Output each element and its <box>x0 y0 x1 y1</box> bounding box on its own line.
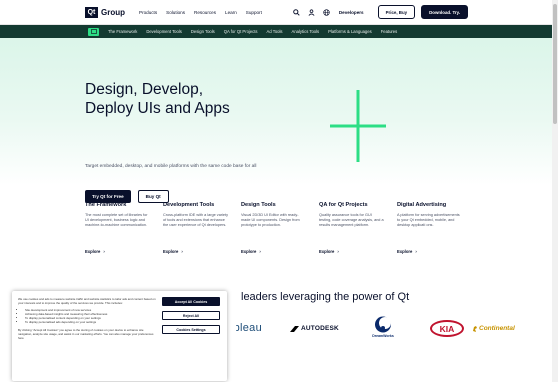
nav-products[interactable]: Products <box>139 10 157 15</box>
search-icon[interactable] <box>292 8 301 17</box>
product-card-digital-advertising: Digital Advertising A platform for servi… <box>397 202 475 254</box>
explore-link-label: Explore <box>319 249 335 254</box>
tableau-logo: tableau <box>236 322 262 334</box>
product-title: The Framework <box>85 202 127 208</box>
hero-cross-graphic <box>330 90 386 162</box>
main-nav: Products Solutions Resources Learn Suppo… <box>139 10 262 15</box>
accept-all-cookies-button[interactable]: Accept All Cookies <box>162 297 220 306</box>
cookie-footer: By clicking "Accept All Cookies" you agr… <box>18 327 154 340</box>
product-card-qa: QA for Qt Projects Quality assurance too… <box>319 202 397 254</box>
product-title: Development Tools <box>163 202 215 208</box>
cookie-consent-banner: We use cookies and ads to measure websit… <box>12 291 227 381</box>
product-title: Design Tools <box>241 202 276 208</box>
qt-logo-mark: Qt <box>85 6 98 18</box>
explore-link[interactable]: Explore › <box>319 249 397 254</box>
continental-horse-icon <box>473 325 477 332</box>
cookies-settings-button[interactable]: Cookies Settings <box>162 325 220 334</box>
price-buy-button[interactable]: Price, Buy <box>377 5 416 19</box>
hero-title-line-1: Design, Develop, <box>85 81 204 98</box>
hero-section: Design, Develop, Deploy UIs and Apps Tar… <box>0 38 552 203</box>
cookie-text: We use cookies and ads to measure websit… <box>18 297 156 340</box>
explore-link-label: Explore <box>241 249 257 254</box>
autodesk-mark-icon <box>290 325 299 332</box>
explore-link-label: Explore <box>85 249 101 254</box>
product-card-development-tools: Development Tools Cross-platform IDE wit… <box>163 202 241 254</box>
explore-link[interactable]: Explore › <box>85 249 163 254</box>
product-title: QA for Qt Projects <box>319 202 368 208</box>
subnav-qa[interactable]: QA for Qt Projects <box>224 29 258 34</box>
subnav-platforms[interactable]: Platforms & Languages <box>328 29 372 34</box>
cookie-purposes: Site development and improvement of new … <box>22 308 156 324</box>
top-navigation: Qt Group Products Solutions Resources Le… <box>0 0 552 25</box>
product-card-design-tools: Design Tools Visual 2D/3D UI Editor with… <box>241 202 319 254</box>
product-description: Quality assurance tools for GUI testing,… <box>319 213 384 228</box>
arrow-right-icon: › <box>337 249 339 254</box>
explore-link-label: Explore <box>163 249 179 254</box>
user-icon[interactable] <box>307 8 316 17</box>
explore-link[interactable]: Explore › <box>163 249 241 254</box>
product-overview: The Framework The most complete set of l… <box>85 202 475 254</box>
product-description: The most complete set of libraries for U… <box>85 213 148 228</box>
page-scrollbar[interactable] <box>552 0 558 382</box>
product-subnav: The Framework Development Tools Design T… <box>0 25 552 38</box>
subnav-framework[interactable]: The Framework <box>108 29 137 34</box>
qt-home-icon[interactable] <box>88 27 99 36</box>
reject-all-button[interactable]: Reject All <box>162 311 220 320</box>
arrow-right-icon: › <box>259 249 261 254</box>
cookie-buttons: Accept All Cookies Reject All Cookies Se… <box>162 297 220 334</box>
subnav-development-tools[interactable]: Development Tools <box>146 29 182 34</box>
leaders-heading: leaders leveraging the power of Qt <box>241 291 410 303</box>
product-title: Digital Advertising <box>397 202 447 208</box>
subnav-features[interactable]: Features <box>381 29 398 34</box>
subnav-design-tools[interactable]: Design Tools <box>191 29 215 34</box>
explore-link-label: Explore <box>397 249 413 254</box>
cookie-intro: We use cookies and ads to measure websit… <box>18 297 156 306</box>
product-card-framework: The Framework The most complete set of l… <box>85 202 163 254</box>
subnav-ad-tools[interactable]: Ad Tools <box>267 29 283 34</box>
arrow-right-icon: › <box>103 249 105 254</box>
header-actions: Developers Price, Buy Download. Try. <box>292 5 468 19</box>
hero-title: Design, Develop, Deploy UIs and Apps <box>85 80 285 118</box>
dreamworks-moon-icon <box>375 316 391 333</box>
customer-logos: tableau AUTODESK DreamWorks KIA Continen… <box>236 316 552 346</box>
nav-solutions[interactable]: Solutions <box>166 10 185 15</box>
nav-resources[interactable]: Resources <box>194 10 216 15</box>
hero-title-line-2: Deploy UIs and Apps <box>85 100 230 117</box>
product-description: Visual 2D/3D UI Editor with ready-made U… <box>241 213 300 228</box>
arrow-right-icon: › <box>181 249 183 254</box>
developers-link[interactable]: Developers <box>339 10 364 15</box>
logo-text: Group <box>101 7 125 17</box>
continental-logo: Continental <box>472 325 515 332</box>
explore-link[interactable]: Explore › <box>241 249 319 254</box>
dreamworks-logo: DreamWorks <box>368 316 398 338</box>
qt-group-logo[interactable]: Qt Group <box>85 6 125 18</box>
scrollbar-thumb[interactable] <box>553 4 557 124</box>
globe-icon[interactable] <box>322 8 331 17</box>
nav-support[interactable]: Support <box>246 10 262 15</box>
kia-logo: KIA <box>430 320 464 337</box>
nav-learn[interactable]: Learn <box>225 10 237 15</box>
product-description: A platform for serving advertisements to… <box>397 213 460 228</box>
subnav-analytics-tools[interactable]: Analytics Tools <box>292 29 320 34</box>
arrow-right-icon: › <box>415 249 417 254</box>
explore-link[interactable]: Explore › <box>397 249 475 254</box>
download-try-button[interactable]: Download. Try. <box>421 5 468 19</box>
cookie-purpose-item: To display personalised ads depending on… <box>25 320 156 324</box>
autodesk-logo: AUTODESK <box>290 325 339 332</box>
hero-subtitle: Target embedded, desktop, and mobile pla… <box>85 164 257 169</box>
product-description: Cross-platform IDE with a large variety … <box>163 213 228 228</box>
